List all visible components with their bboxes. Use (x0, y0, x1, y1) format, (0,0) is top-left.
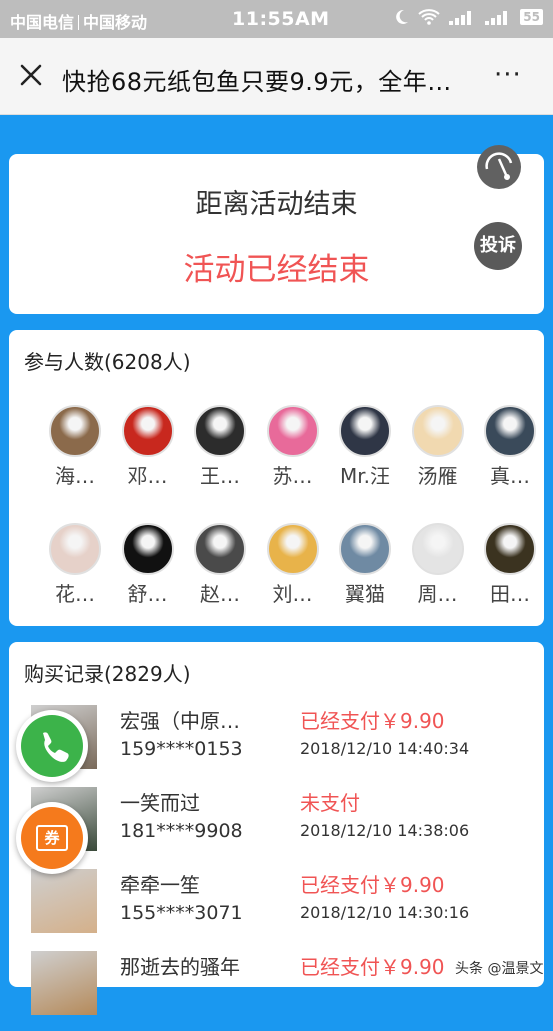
record-row: 宏强（中原… 159****0153 已经支付￥9.90 2018/12/10 14:… (9, 705, 544, 785)
battery-icon: 55 (520, 9, 543, 25)
participant[interactable]: 赵… (184, 523, 256, 607)
buyer-phone: 159****0153 (120, 738, 243, 760)
avatar (121, 405, 174, 457)
avatar (49, 405, 101, 457)
signal-icon (449, 11, 472, 25)
participant[interactable]: 周… (402, 523, 474, 607)
more-menu-button[interactable]: ··· (494, 60, 522, 90)
music-toggle-button[interactable] (477, 145, 521, 189)
participant[interactable]: 舒… (112, 523, 184, 607)
watermark: 头条 @温景文 (455, 961, 544, 977)
participant-name: 翼猫 (345, 582, 385, 606)
carrier-divider (78, 15, 80, 30)
music-icon (485, 152, 513, 180)
participant[interactable]: 邓… (112, 405, 184, 489)
participant[interactable]: 翼猫 (329, 523, 401, 607)
buyer-name: 那逝去的骚年 (120, 955, 240, 979)
participant[interactable]: 花… (39, 523, 111, 607)
buyer-phone: 155****3071 (120, 902, 243, 924)
participants-card: 参与人数(6208人) 海… 邓… 王… 苏… Mr.汪 汤雁 真… 花… 舒… 赵… 刘… 翼猫 周…… (9, 330, 544, 626)
carrier-info: 中国电信 中国移动 (10, 9, 147, 33)
buyer-name: 牵牵一笙 (120, 873, 200, 897)
carrier-1: 中国电信 (10, 13, 75, 32)
coupon-button-circle: 券 (21, 807, 83, 869)
signal-icon (485, 11, 508, 25)
participant-name: 苏… (272, 464, 313, 488)
carrier-2: 中国移动 (83, 13, 148, 32)
participant-name: Mr.汪 (340, 464, 390, 488)
participant[interactable]: 苏… (257, 405, 329, 489)
call-button-circle (21, 715, 83, 777)
participant-name: 邓… (127, 464, 168, 488)
avatar (339, 523, 391, 575)
participant[interactable]: Mr.汪 (329, 405, 401, 489)
participant[interactable]: 汤雁 (402, 405, 474, 489)
call-button[interactable] (16, 710, 88, 782)
participant-name: 周… (417, 582, 458, 606)
buyer-phone: 181****9908 (120, 820, 243, 842)
purchase-time: 2018/12/10 14:38:06 (300, 821, 470, 840)
avatar (266, 405, 319, 457)
participant-name: 赵… (200, 582, 240, 606)
clock: 11:55AM (232, 8, 330, 30)
payment-status: 已经支付￥9.90 (300, 709, 445, 733)
moon-icon (396, 9, 409, 24)
coupon-icon: 券 (36, 825, 68, 851)
participant[interactable]: 王… (184, 405, 256, 489)
participant[interactable]: 田… (474, 523, 546, 607)
participant[interactable]: 真… (474, 405, 546, 489)
complaint-button[interactable]: 投诉 (474, 222, 522, 270)
participant-name: 王… (200, 464, 240, 488)
avatar (194, 405, 246, 457)
record-row: 牵牵一笙 155****3071 已经支付￥9.90 2018/12/10 14:30… (9, 869, 544, 949)
avatar (411, 523, 464, 575)
participant-name: 花… (55, 582, 95, 606)
avatar (121, 523, 174, 575)
purchase-records-card: 购买记录(2829人) 宏强（中原… 159****0153 已经支付￥9.90 20… (9, 642, 544, 1015)
avatar (411, 405, 464, 457)
buyer-avatar (31, 951, 97, 1015)
participant-name: 舒… (127, 582, 168, 606)
avatar (339, 405, 391, 457)
participant-name: 真… (490, 464, 530, 488)
status-icons: 55 (392, 8, 543, 26)
avatar (484, 405, 536, 457)
coupon-button[interactable]: 券 (16, 802, 88, 874)
payment-status: 未支付 (300, 791, 360, 815)
page-title: 快抢68元纸包鱼只要9.9元，全年… (62, 68, 452, 96)
purchase-time: 2018/12/10 14:40:34 (300, 739, 470, 758)
buyer-name: 宏强（中原… (120, 709, 240, 733)
countdown-label: 距离活动结束 (195, 189, 358, 220)
avatar (266, 523, 319, 575)
nav-bar: 快抢68元纸包鱼只要9.9元，全年… ··· (0, 38, 553, 115)
payment-status: 已经支付￥9.90 (300, 873, 445, 897)
countdown-card: 距离活动结束 活动已经结束 (9, 154, 544, 314)
participant-name: 田… (490, 582, 530, 606)
avatar (194, 523, 246, 575)
event-status: 活动已经结束 (183, 252, 370, 288)
buyer-name: 一笑而过 (120, 791, 200, 815)
payment-status: 已经支付￥9.90 (300, 955, 445, 979)
participants-header: 参与人数(6208人) (24, 350, 191, 374)
avatar (484, 523, 536, 575)
avatar (49, 523, 101, 575)
purchase-time: 2018/12/10 14:30:16 (300, 903, 470, 922)
status-bar: 中国电信 中国移动 11:55AM 55 (0, 0, 553, 38)
buyer-avatar (31, 869, 97, 933)
close-icon[interactable] (16, 60, 46, 90)
wifi-icon (418, 9, 440, 25)
phone-icon (43, 732, 69, 762)
participant-name: 汤雁 (417, 464, 458, 488)
participant-name: 刘… (272, 582, 313, 606)
records-header: 购买记录(2829人) (24, 662, 191, 686)
participant-name: 海… (55, 464, 95, 488)
record-row: 一笑而过 181****9908 未支付 2018/12/10 14:38:06 (9, 787, 544, 867)
participant[interactable]: 海… (39, 405, 111, 489)
participant[interactable]: 刘… (257, 523, 329, 607)
